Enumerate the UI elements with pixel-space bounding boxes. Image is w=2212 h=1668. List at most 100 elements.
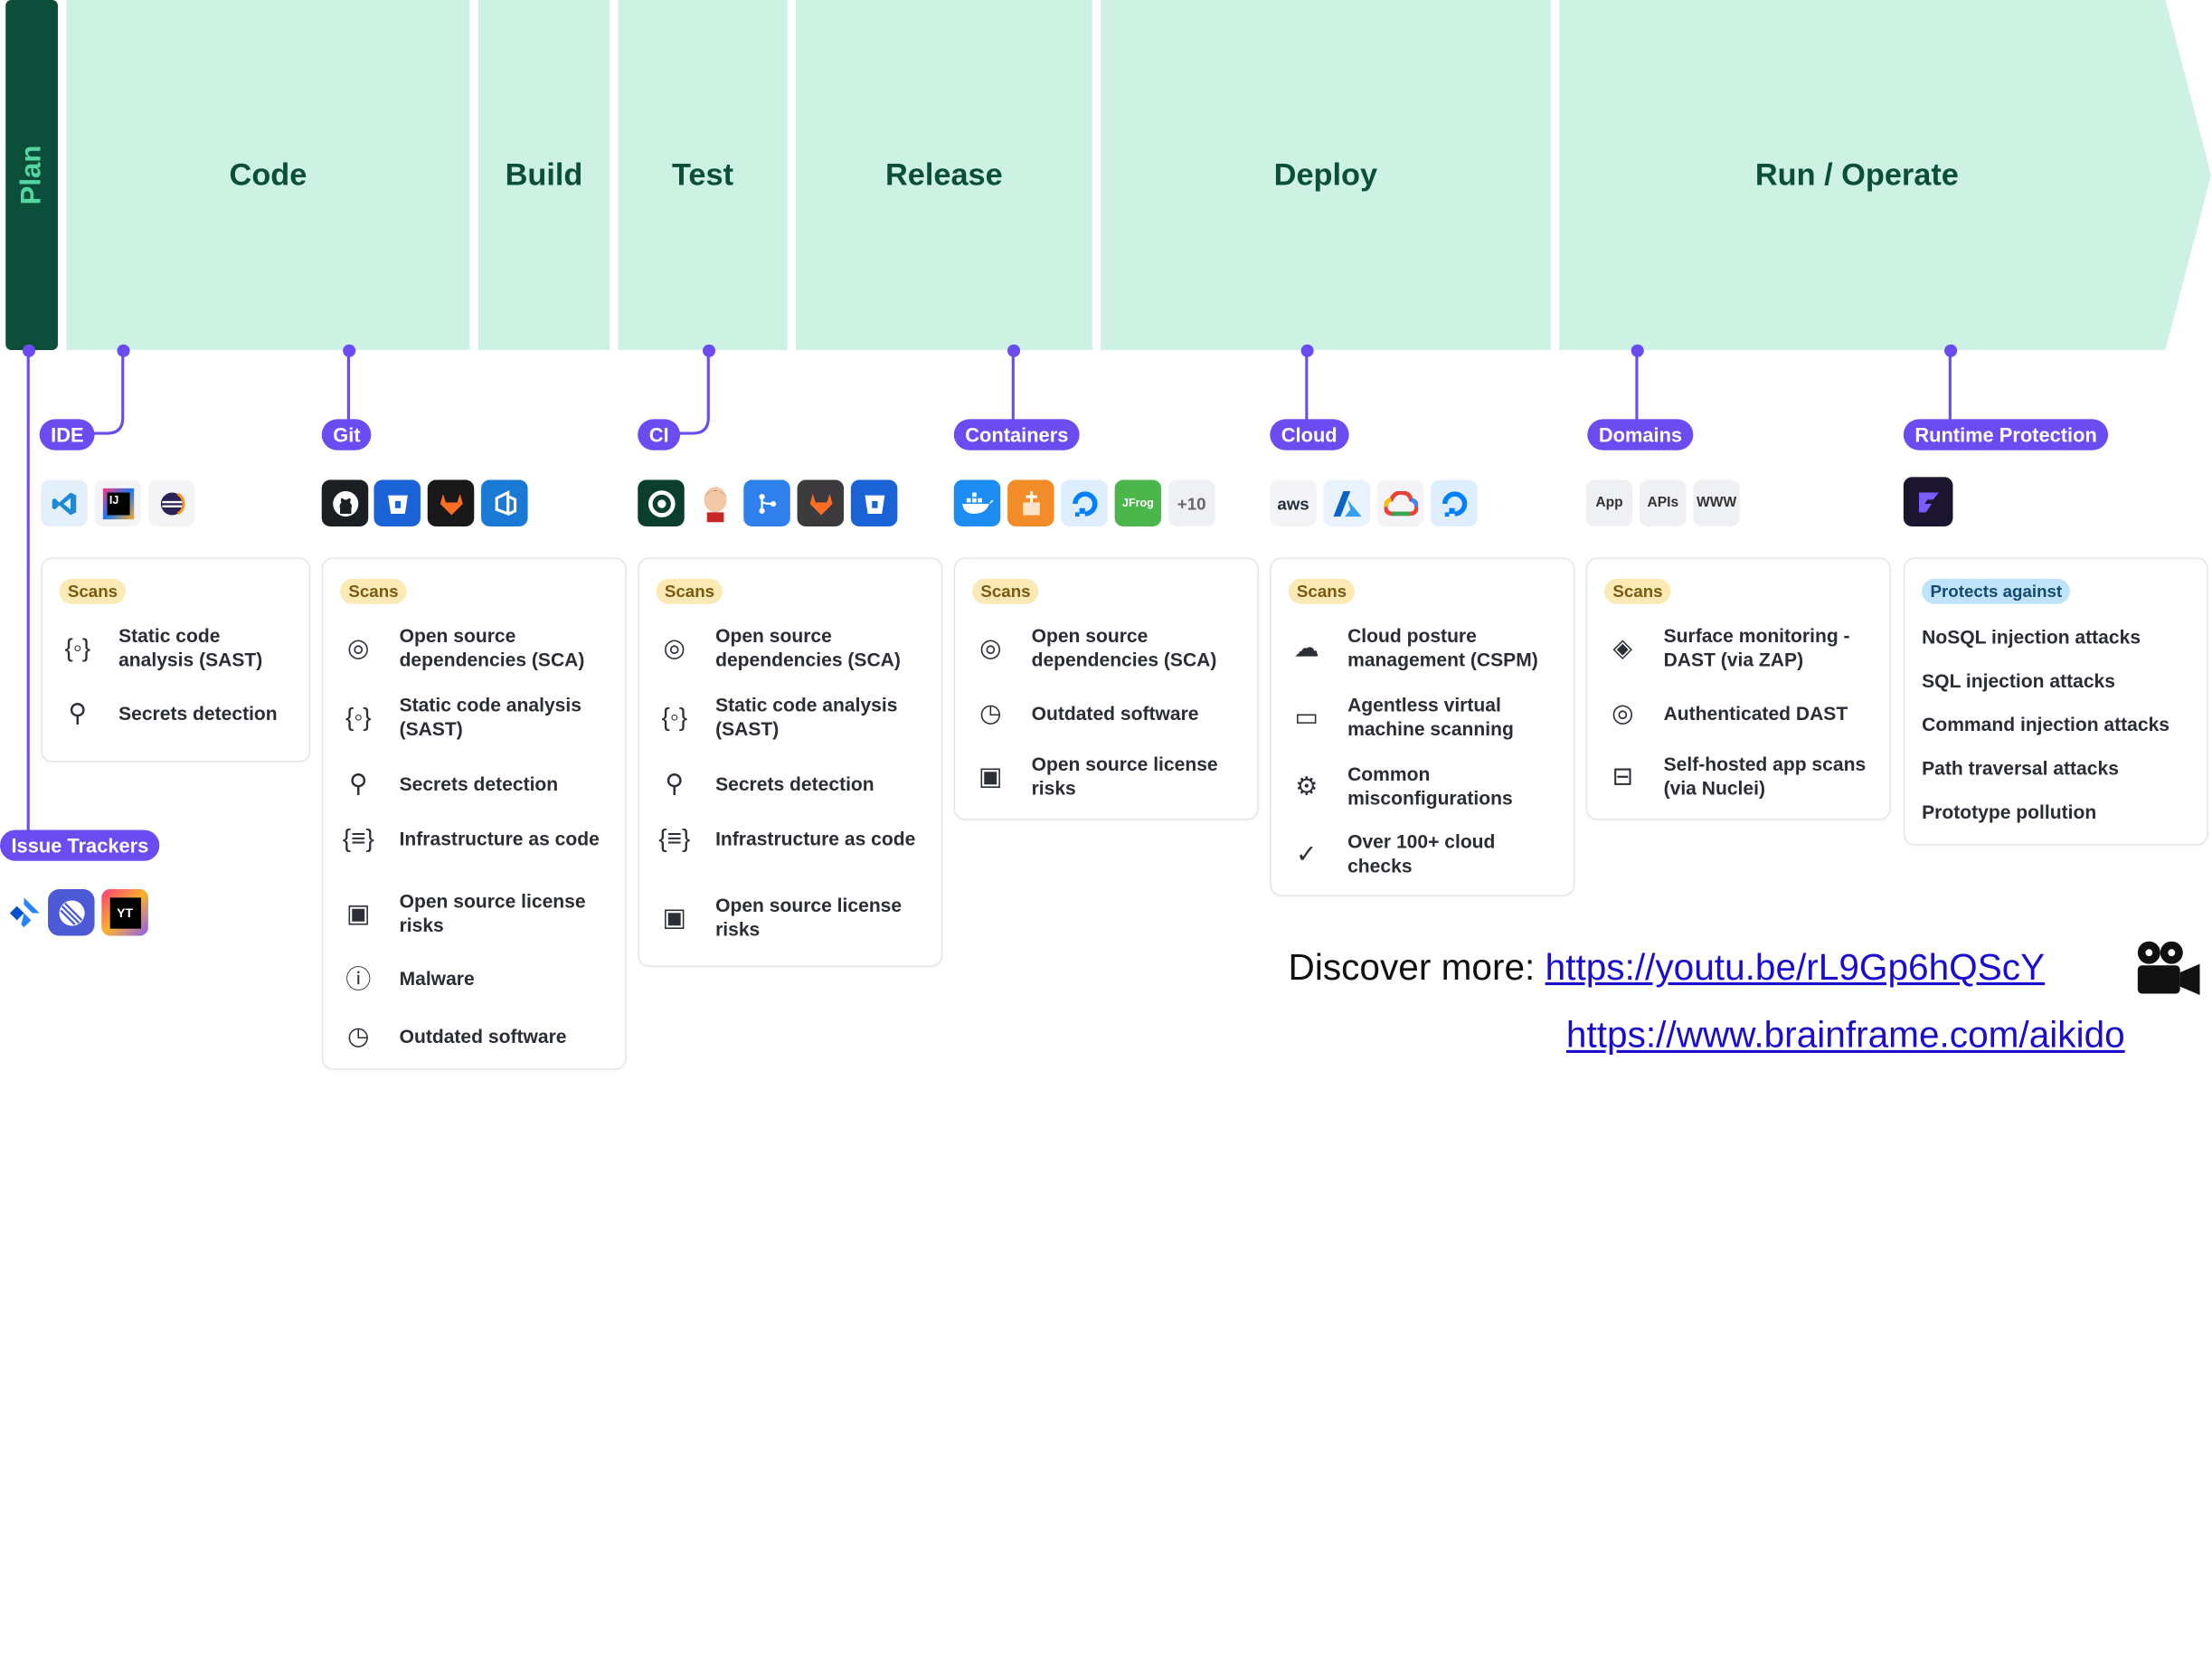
list-item: Command injection attacks xyxy=(1922,714,2170,735)
list-item: ▣ Open source license risks xyxy=(340,889,617,937)
pill-domains: Domains xyxy=(1587,419,1694,450)
key-search-icon: ⚲ xyxy=(665,768,685,797)
list-item: ▭ Agentless virtual machine scanning xyxy=(1289,693,1565,741)
infrastructure-icon: {≡} xyxy=(658,823,691,852)
intellij-icon: IJ xyxy=(94,479,142,526)
github-icon xyxy=(321,479,369,526)
dependencies-icon: ◎ xyxy=(663,632,686,662)
pill-ci: CI xyxy=(638,419,681,450)
deploy-connector-dot xyxy=(1300,344,1314,357)
list-item: ◎ Authenticated DAST xyxy=(1604,695,1881,732)
bitbucket-pipelines-icon xyxy=(850,479,898,526)
list-item: ⚲ Secrets detection xyxy=(340,765,617,802)
ide-scans-card: Scans {◦} Static code analysis (SAST) ⚲ Se… xyxy=(41,557,311,763)
list-item: {≡} Infrastructure as code xyxy=(340,820,617,858)
youtrack-label: YT xyxy=(109,896,141,928)
list-item: ◎ Open source dependencies (SCA) xyxy=(972,624,1249,672)
container-box-icon: ⊟ xyxy=(1612,761,1634,790)
aws-label: aws xyxy=(1277,493,1309,514)
dependencies-icon: ◎ xyxy=(979,632,1002,662)
list-item: NoSQL injection attacks xyxy=(1922,626,2141,649)
pill-issue-trackers: Issue Trackers xyxy=(0,829,160,861)
layers-icon: ◈ xyxy=(1612,632,1633,662)
scans-badge: Scans xyxy=(340,578,407,604)
list-item: {≡} Infrastructure as code xyxy=(657,820,933,858)
docker-icon xyxy=(953,479,1001,526)
aikido-zen-icon xyxy=(1903,477,1953,526)
youtrack-icon: YT xyxy=(101,888,148,936)
movie-camera-icon xyxy=(2132,939,2206,999)
domains-connector-dot xyxy=(1631,344,1644,357)
license-icon: ▣ xyxy=(662,902,687,932)
pill-cloud: Cloud xyxy=(1270,419,1349,450)
list-item: ◷ Outdated software xyxy=(972,695,1249,732)
jenkins-icon xyxy=(691,479,739,526)
clock-icon: ◷ xyxy=(347,1020,370,1050)
license-icon: ▣ xyxy=(346,898,371,927)
list-item: ▣ Open source license risks xyxy=(972,753,1249,801)
list-item: ⊟ Self-hosted app scans (via Nuclei) xyxy=(1604,753,1881,801)
brainframe-link[interactable]: https://www.brainframe.com/aikido xyxy=(1566,1013,2125,1056)
code-braces-icon: {◦} xyxy=(661,702,688,731)
digitalocean-icon xyxy=(1061,479,1108,526)
list-item: Prototype pollution xyxy=(1922,801,2097,823)
bitbucket-icon xyxy=(373,479,421,526)
key-search-icon: ⚲ xyxy=(68,697,88,726)
digitalocean-cloud-icon xyxy=(1431,479,1478,526)
aws-icon: aws xyxy=(1270,479,1317,526)
list-item: ▣ Open source license risks xyxy=(657,894,933,942)
linear-icon xyxy=(48,888,95,936)
azure-icon xyxy=(1323,479,1371,526)
list-item: {◦} Static code analysis (SAST) xyxy=(340,693,617,741)
jira-icon xyxy=(0,888,47,936)
target-icon: ◎ xyxy=(1612,697,1634,726)
brainframe-line: https://www.brainframe.com/aikido xyxy=(1566,1013,2125,1057)
list-item: ◈ Surface monitoring - DAST (via ZAP) xyxy=(1604,624,1881,672)
list-item: ⚙ Common misconfigurations xyxy=(1289,763,1565,810)
list-item: {◦} Static code analysis (SAST) xyxy=(60,624,301,672)
license-icon: ▣ xyxy=(978,761,1003,790)
list-item: Path traversal attacks xyxy=(1922,757,2119,780)
list-item: ◷ Outdated software xyxy=(340,1018,617,1055)
scans-badge: Scans xyxy=(656,578,723,604)
list-item: ⓘ Malware xyxy=(340,960,617,997)
plan-connector-dot xyxy=(22,344,36,357)
malware-alert-icon: ⓘ xyxy=(345,965,372,994)
cloud-scans-card: Scans ☁ Cloud posture management (CSPM) ▭… xyxy=(1270,557,1575,896)
jfrog-label: JFrog xyxy=(1122,497,1154,510)
pill-git: Git xyxy=(321,419,373,450)
git-connector-dot xyxy=(343,344,356,357)
scans-badge: Scans xyxy=(1288,578,1356,604)
list-item: ◎ Open source dependencies (SCA) xyxy=(657,624,933,672)
eclipse-icon xyxy=(147,479,195,526)
scans-badge: Scans xyxy=(1604,578,1671,604)
list-item: ⚲ Secrets detection xyxy=(60,695,301,732)
clock-icon: ◷ xyxy=(979,697,1002,726)
git-scans-card: Scans ◎ Open source dependencies (SCA) {◦… xyxy=(321,557,627,1070)
gitlab-icon xyxy=(427,479,475,526)
pill-containers: Containers xyxy=(953,419,1080,450)
circleci-icon xyxy=(638,479,685,526)
containers-scans-card: Scans ◎ Open source dependencies (SCA) ◷ O… xyxy=(953,557,1259,820)
infrastructure-icon: {≡} xyxy=(342,823,374,852)
discover-label: Discover more: xyxy=(1288,945,1536,989)
code-connector-dot xyxy=(117,344,130,357)
protects-badge: Protects against xyxy=(1922,578,2071,604)
runtime-connector-dot xyxy=(1944,344,1958,357)
ci-scans-card: Scans ◎ Open source dependencies (SCA) {◦… xyxy=(638,557,943,967)
list-item: ⚲ Secrets detection xyxy=(657,765,933,802)
domains-scans-card: Scans ◈ Surface monitoring - DAST (via ZA… xyxy=(1585,557,1891,820)
youtube-link[interactable]: https://youtu.be/rL9Gp6hQScY xyxy=(1546,945,2046,988)
gitlab-ci-icon xyxy=(797,479,845,526)
pill-runtime-protection: Runtime Protection xyxy=(1903,419,2109,450)
ci-connector-dot xyxy=(703,344,716,357)
scans-badge: Scans xyxy=(972,578,1039,604)
azure-devops-icon xyxy=(481,479,528,526)
list-item: ☁ Cloud posture management (CSPM) xyxy=(1289,624,1565,672)
domain-app-icon: App xyxy=(1585,479,1633,526)
list-item: SQL injection attacks xyxy=(1922,670,2115,692)
release-connector-dot xyxy=(1007,344,1021,357)
cloud-icon: ☁ xyxy=(1293,632,1319,662)
runtime-protection-card: Protects against NoSQL injection attacks… xyxy=(1903,557,2208,846)
pill-ide: IDE xyxy=(39,419,96,450)
